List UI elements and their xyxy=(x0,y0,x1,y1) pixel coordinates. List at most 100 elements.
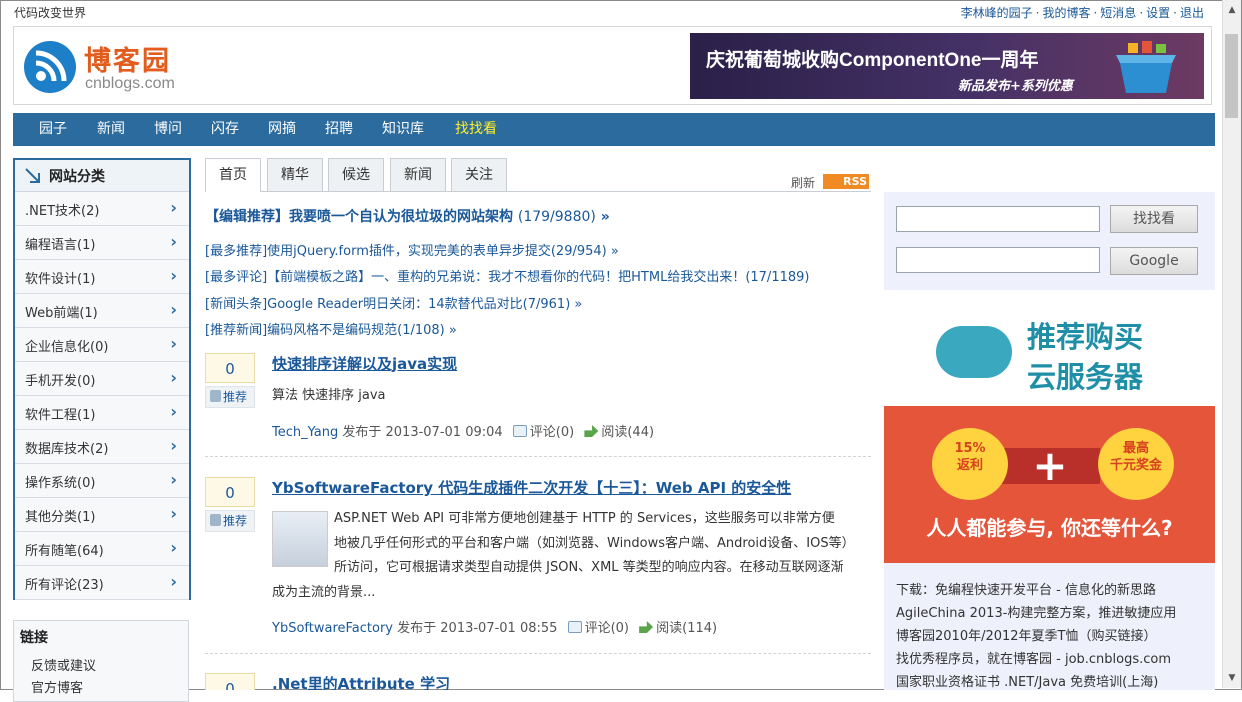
category-item[interactable]: 所有随笔(64) › xyxy=(15,532,189,566)
sidebar-ad-link[interactable]: 下载：免编程快速开发平台 - 信息化的新思路 xyxy=(896,579,1156,598)
category-item[interactable]: 企业信息化(0) › xyxy=(15,328,189,362)
google-search-input[interactable] xyxy=(896,247,1100,273)
post-divider xyxy=(205,653,871,654)
category-label: 软件工程(1) xyxy=(25,408,96,423)
category-item[interactable]: 操作系统(0) › xyxy=(15,464,189,498)
link-my-blog[interactable]: 我的博客 xyxy=(1042,6,1090,20)
link-logout[interactable]: 退出 xyxy=(1180,6,1204,20)
sidebar-ad-link[interactable]: 博客园2010年/2012年夏季T恤（购买链接） xyxy=(896,625,1157,644)
category-item[interactable]: .NET技术(2) › xyxy=(15,192,189,226)
sidebar-ad-link[interactable]: 找优秀程序员，就在博客园 - job.cnblogs.com xyxy=(896,648,1171,667)
scrollbar-thumb[interactable] xyxy=(1225,34,1238,118)
post-title[interactable]: .Net里的Attribute 学习 xyxy=(272,673,450,690)
nav-wz[interactable]: 网摘 xyxy=(268,113,296,146)
sidebar-ad-link[interactable]: 国家职业资格证书 .NET/Java 免费培训(上海) xyxy=(896,671,1158,690)
gift-box-icon xyxy=(1116,41,1176,93)
nav-news[interactable]: 新闻 xyxy=(97,113,125,146)
category-item[interactable]: 软件设计(1) › xyxy=(15,260,189,294)
category-item[interactable]: 数据库技术(2) › xyxy=(15,430,189,464)
post-divider xyxy=(205,456,871,457)
nav-flash[interactable]: 闪存 xyxy=(211,113,239,146)
nav-kb[interactable]: 知识库 xyxy=(382,113,424,146)
post-item: 0 推荐 YbSoftwareFactory 代码生成插件二次开发【十三】：We… xyxy=(205,477,871,637)
summary-line: 地被几乎任何形式的平台和客户端（如浏览器、Windows客户端、Android设… xyxy=(334,535,855,551)
recommend-button[interactable]: 推荐 xyxy=(205,510,255,532)
category-item[interactable]: 其他分类(1) › xyxy=(15,498,189,532)
post-meta: Tech_Yang 发布于 2013-07-01 09:04 评论(0) 阅读(… xyxy=(272,421,654,440)
featured-main-link[interactable]: 【编辑推荐】我要喷一个自认为很垃圾的网站架构 (179/9880) » xyxy=(205,206,610,226)
scroll-up-icon[interactable]: ▲ xyxy=(1223,2,1241,18)
rss-feed-icon[interactable]: RSS xyxy=(823,174,869,189)
thumbs-up-icon xyxy=(210,390,221,402)
ad-line2: 云服务器 xyxy=(1027,360,1144,394)
site-search-button[interactable]: 找找看 xyxy=(1110,205,1198,233)
recommend-button[interactable]: 推荐 xyxy=(205,386,255,408)
category-title: 网站分类 xyxy=(49,169,105,185)
post-date: 发布于 2013-07-01 09:04 xyxy=(342,425,503,440)
tab-candidate[interactable]: 候选 xyxy=(328,158,384,191)
cloud-server-ad[interactable]: 推荐购买 云服务器 15% 返利 最高 千元奖金 + 人人都能参与, 你还等什么… xyxy=(884,290,1215,563)
sidebar-ad-link[interactable]: AgileChina 2013-构建完整方案，推进敏捷应用 xyxy=(896,602,1176,621)
link-feedback[interactable]: 反馈或建议 xyxy=(31,655,96,674)
site-logo[interactable]: 博客园 cnblogs.com xyxy=(24,37,184,95)
tab-following[interactable]: 关注 xyxy=(451,158,507,191)
category-label: Web前端(1) xyxy=(25,306,98,321)
nav-search[interactable]: 找找看 xyxy=(455,113,497,146)
read-link[interactable]: 阅读(44) xyxy=(601,425,654,440)
scroll-down-icon[interactable]: ▼ xyxy=(1223,670,1241,686)
nav-garden[interactable]: 园子 xyxy=(39,113,67,146)
nav-questions[interactable]: 博问 xyxy=(154,113,182,146)
read-arrow-icon xyxy=(639,621,654,633)
chevron-right-icon: › xyxy=(170,538,177,557)
category-label: 手机开发(0) xyxy=(25,374,96,389)
post-author[interactable]: Tech_Yang xyxy=(272,425,338,440)
header-banner-ad[interactable]: 庆祝葡萄城收购ComponentOne一周年 新品发布+系列优惠 xyxy=(690,33,1204,99)
tab-news[interactable]: 新闻 xyxy=(390,158,446,191)
link-official-blog[interactable]: 官方博客 xyxy=(31,677,83,696)
category-item[interactable]: 软件工程(1) › xyxy=(15,396,189,430)
post-summary: 算法 快速排序 java xyxy=(272,384,386,409)
refresh-link[interactable]: 刷新 xyxy=(791,174,815,191)
comment-link[interactable]: 评论(0) xyxy=(585,621,629,636)
logo-title: 博客园 xyxy=(84,46,171,77)
category-item[interactable]: Web前端(1) › xyxy=(15,294,189,328)
category-label: 其他分类(1) xyxy=(25,510,96,525)
featured-link[interactable]: [最多推荐]使用jQuery.form插件，实现完美的表单异步提交(29/954… xyxy=(205,240,619,259)
read-link[interactable]: 阅读(114) xyxy=(656,621,717,636)
thumbs-up-icon xyxy=(210,514,221,526)
google-search-button[interactable]: Google xyxy=(1110,247,1198,275)
summary-line: 算法 快速排序 java xyxy=(272,388,386,403)
featured-link[interactable]: [新闻头条]Google Reader明日关闭：14款替代品对比(7/961) … xyxy=(205,293,582,312)
post-title[interactable]: 快速排序详解以及java实现 xyxy=(272,353,457,374)
link-my-garden[interactable]: 李林峰的园子 xyxy=(961,6,1033,20)
rebate-text: 15% 返利 xyxy=(954,441,986,473)
post-author[interactable]: YbSoftwareFactory xyxy=(272,621,393,636)
category-item[interactable]: 所有评论(23) › xyxy=(15,566,189,600)
more-arrow-icon: » xyxy=(600,209,610,225)
link-messages[interactable]: 短消息 xyxy=(1100,6,1136,20)
site-search-input[interactable] xyxy=(896,206,1100,232)
tab-picked[interactable]: 精华 xyxy=(267,158,323,191)
post-summary: ASP.NET Web API 可非常方便地创建基于 HTTP 的 Servic… xyxy=(272,507,872,605)
post-title[interactable]: YbSoftwareFactory 代码生成插件二次开发【十三】：Web API… xyxy=(272,477,791,498)
nav-jobs[interactable]: 招聘 xyxy=(325,113,353,146)
arrow-down-right-icon xyxy=(25,168,40,183)
bonus-text: 最高 千元奖金 xyxy=(1109,441,1162,473)
vertical-scrollbar[interactable]: ▲ ▼ xyxy=(1222,0,1241,688)
comment-link[interactable]: 评论(0) xyxy=(530,425,574,440)
logo-subtitle: cnblogs.com xyxy=(85,75,175,92)
featured-link[interactable]: [最多评论]【前端模板之路】一、重构的兄弟说：我才不想看你的代码！把HTML给我… xyxy=(205,266,809,285)
chevron-right-icon: › xyxy=(170,470,177,489)
category-item[interactable]: 手机开发(0) › xyxy=(15,362,189,396)
tab-home[interactable]: 首页 xyxy=(205,158,261,192)
category-item[interactable]: 编程语言(1) › xyxy=(15,226,189,260)
featured-link[interactable]: [推荐新闻]编码风格不是编码规范(1/108) » xyxy=(205,319,457,338)
vote-count: 0 xyxy=(205,353,255,383)
chevron-right-icon: › xyxy=(170,368,177,387)
chevron-right-icon: › xyxy=(170,436,177,455)
comment-icon xyxy=(567,621,582,633)
link-settings[interactable]: 设置 xyxy=(1146,6,1170,20)
category-panel: 网站分类 .NET技术(2) › 编程语言(1) › 软件设计(1) › Web前端(… xyxy=(13,158,191,600)
main-nav: 园子 新闻 博问 闪存 网摘 招聘 知识库 找找看 xyxy=(13,113,1215,146)
category-label: 企业信息化(0) xyxy=(25,340,109,355)
